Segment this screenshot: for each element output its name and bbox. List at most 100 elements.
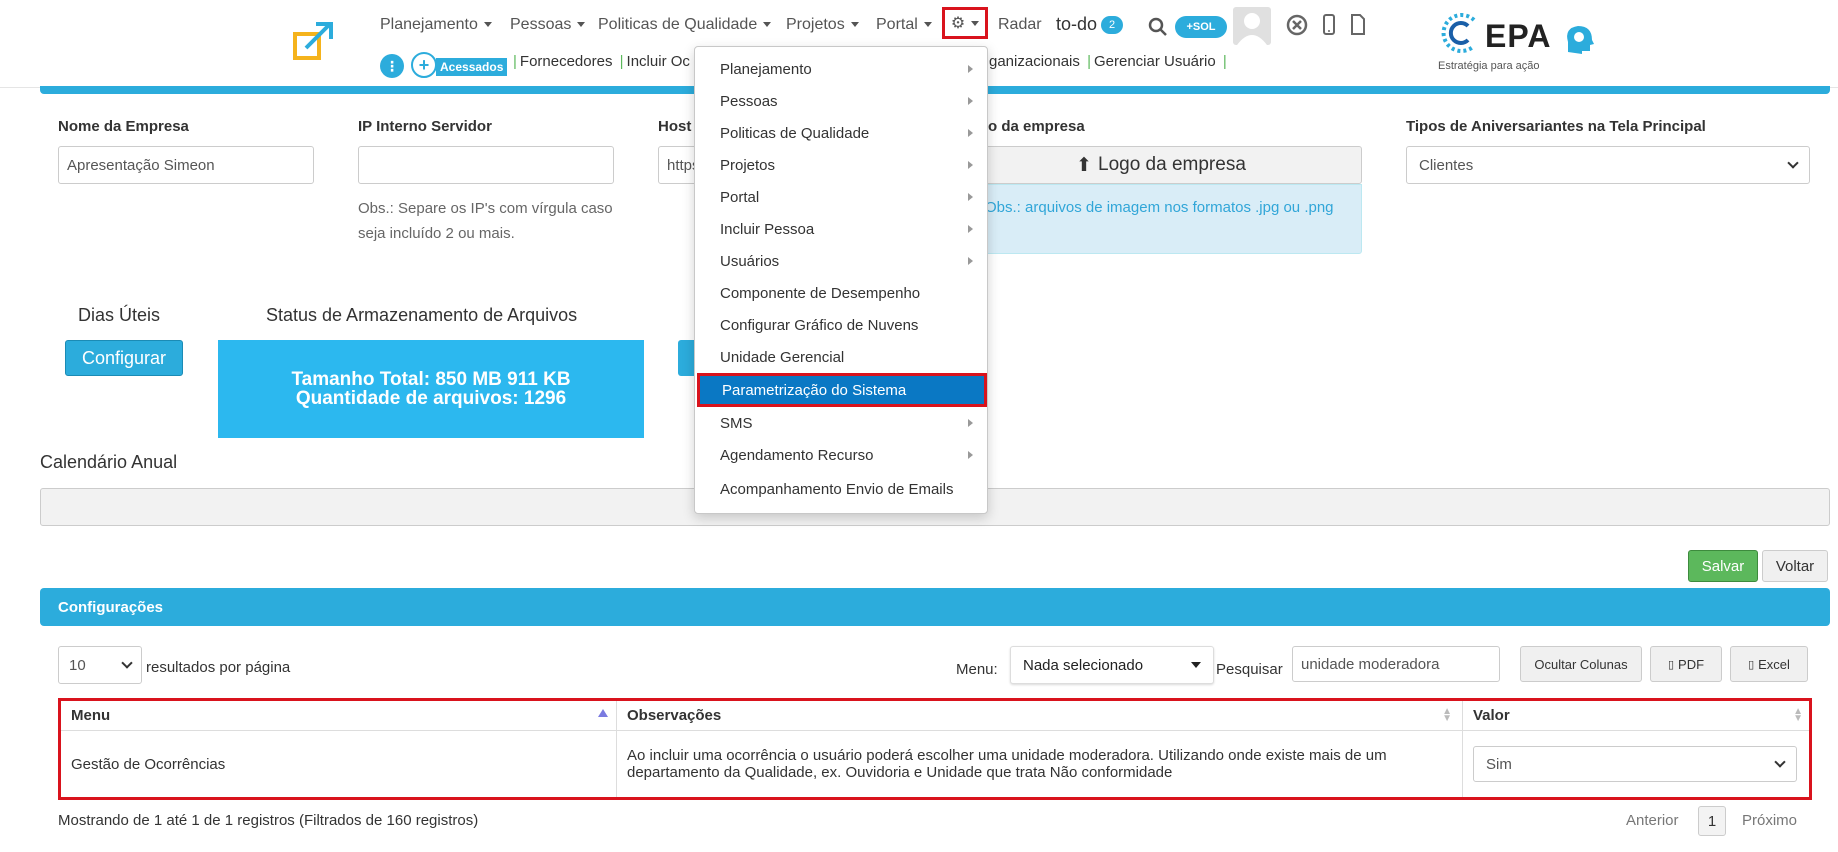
app-logo-icon[interactable] [292,20,336,64]
caret-down-icon [1191,662,1201,668]
dropdown-item-label: Pessoas [720,92,778,110]
chevron-right-icon [968,193,973,201]
chevron-down-icon [1774,756,1786,768]
dropdown-item-incluir-pessoa[interactable]: Incluir Pessoa [695,213,987,245]
search-icon[interactable] [1148,17,1168,37]
nav-label: Portal [876,16,918,33]
chevron-right-icon [968,419,973,427]
more-options-button[interactable]: ⋮ [380,54,404,78]
brand-tagline: Estratégia para ação [1438,60,1540,72]
save-button[interactable]: Salvar [1688,550,1758,582]
excel-file-icon: ▯ [1748,658,1755,671]
column-header-observacoes[interactable]: Observações ▲ ▼ [617,701,1463,731]
lightbulb-head-icon [1562,22,1596,56]
subnav-link[interactable]: Incluir Oc [627,53,690,70]
calendario-title: Calendário Anual [40,452,178,472]
caret-down-icon [971,20,980,26]
menu-filter-select[interactable]: Nada selecionado [1010,646,1214,684]
dropdown-item-label: SMS [720,414,753,432]
pagination-next[interactable]: Próximo [1742,812,1797,829]
storage-count: Quantidade de arquivos: 1296 [295,388,567,409]
dropdown-item-grafico-nuvens[interactable]: Configurar Gráfico de Nuvens [695,309,987,341]
acessados-label[interactable]: Acessados [436,58,508,76]
pagination-page[interactable]: 1 [1698,806,1726,836]
nav-politicas[interactable]: Politicas de Qualidade [598,16,772,34]
per-page-label: resultados por página [146,659,291,676]
chevron-right-icon [968,225,973,233]
pagination-prev[interactable]: Anterior [1626,812,1679,829]
dropdown-item-portal[interactable]: Portal [695,181,987,213]
add-acessados-button[interactable]: + [411,52,437,78]
column-header-label: Menu [71,707,111,724]
nav-label: Planejamento [380,16,478,33]
column-header-valor[interactable]: Valor ▲ ▼ [1463,701,1809,731]
back-button[interactable]: Voltar [1762,550,1828,582]
nav-projetos[interactable]: Projetos [786,16,859,34]
menu-filter-value: Nada selecionado [1023,656,1144,674]
subnav-link[interactable]: Fornecedores [520,53,613,70]
dropdown-item-politicas[interactable]: Politicas de Qualidade [695,117,987,149]
nav-radar[interactable]: Radar [998,16,1042,34]
hide-columns-button[interactable]: Ocultar Colunas [1520,646,1642,682]
ip-input[interactable] [358,146,614,184]
ip-help-text: Obs.: Separe os IP's com vírgula caso se… [358,200,613,242]
settings-menu-toggle[interactable]: ⚙ [942,7,988,39]
sol-button[interactable]: +SOL [1175,16,1227,38]
page-size-select[interactable]: 10 [58,646,142,684]
configuracoes-header: Configurações [40,588,1830,626]
sort-asc-icon [598,709,608,717]
logo-upload-button[interactable]: ⬆ Logo da empresa [960,146,1362,184]
chevron-down-icon [121,657,133,669]
nav-label: Projetos [786,16,845,33]
aniversariantes-value: Clientes [1419,156,1474,174]
empresa-input[interactable]: Apresentação Simeon [58,146,314,184]
nav-portal[interactable]: Portal [876,16,932,34]
table-info: Mostrando de 1 até 1 de 1 registros (Fil… [58,812,479,829]
excel-button[interactable]: ▯ Excel [1730,646,1808,682]
dropdown-item-acompanhamento-emails[interactable]: Acompanhamento Envio de Emails [695,473,987,505]
storage-status-panel: Tamanho Total: 850 MB 911 KB Quantidade … [218,340,644,438]
configurar-button[interactable]: Configurar [65,340,183,376]
brand-name: EPA [1485,18,1552,54]
excel-label: Excel [1758,656,1790,672]
dropdown-item-componente-desempenho[interactable]: Componente de Desempenho [695,277,987,309]
aniversariantes-select[interactable]: Clientes [1406,146,1810,184]
dropdown-item-pessoas[interactable]: Pessoas [695,85,987,117]
subnav-link[interactable]: ganizacionais [989,53,1080,70]
todo-count-badge: 2 [1101,16,1124,35]
dropdown-item-unidade-gerencial[interactable]: Unidade Gerencial [695,341,987,373]
close-circle-icon[interactable] [1286,14,1308,36]
logo-label: o da empresa [988,118,1085,135]
dropdown-item-label: Agendamento Recurso [720,446,874,464]
avatar[interactable] [1233,7,1271,45]
pdf-button[interactable]: ▯ PDF [1650,646,1722,682]
upload-icon: ⬆ [1076,154,1093,176]
todo-link[interactable]: to-do 2 [1056,14,1124,35]
chevron-right-icon [968,65,973,73]
dropdown-item-sms[interactable]: SMS [695,407,987,439]
dropdown-item-parametrizacao[interactable]: Parametrização do Sistema [697,373,987,407]
todo-label: to-do [1056,14,1098,34]
menu-filter-label: Menu: [956,661,998,678]
gear-icon: ⚙ [950,15,966,32]
nav-pessoas[interactable]: Pessoas [510,16,586,34]
column-header-menu[interactable]: Menu [61,701,617,731]
dropdown-item-usuarios[interactable]: Usuários [695,245,987,277]
caret-down-icon [763,22,772,28]
config-table: Menu Observações ▲ ▼ Valor ▲ ▼ Gestão de O… [58,698,1812,800]
dropdown-item-agendamento[interactable]: Agendamento Recurso [695,439,987,471]
subnav-left: | Fornecedores | Incluir Oc [513,53,690,70]
nav-planejamento[interactable]: Planejamento [380,16,492,34]
chevron-down-icon [1787,157,1799,169]
mobile-icon[interactable] [1322,14,1336,36]
search-input[interactable]: unidade moderadora [1292,646,1500,682]
storage-total: Tamanho Total: 850 MB 911 KB [291,369,571,390]
dropdown-item-planejamento[interactable]: Planejamento [695,53,987,85]
dropdown-item-projetos[interactable]: Projetos [695,149,987,181]
valor-select[interactable]: Sim [1473,746,1797,782]
document-icon[interactable] [1350,14,1366,36]
chevron-right-icon [968,257,973,265]
subnav-link[interactable]: Gerenciar Usuário [1094,53,1216,70]
chevron-right-icon [968,161,973,169]
cell-observacoes: Ao incluir uma ocorrência o usuário pode… [617,731,1463,797]
